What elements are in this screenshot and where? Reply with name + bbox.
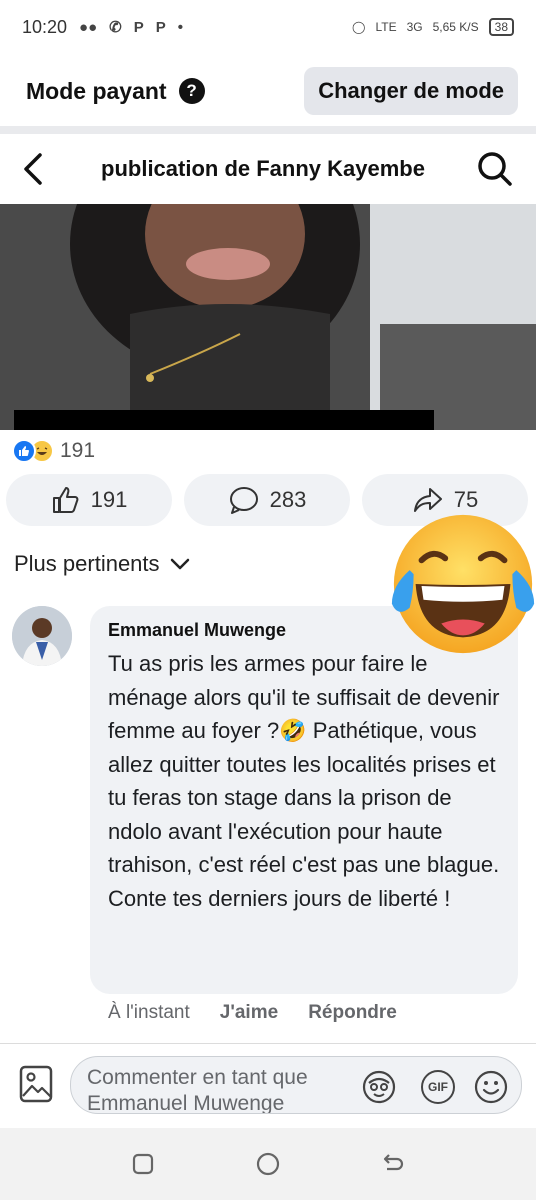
reaction-count: 191 (60, 439, 96, 462)
p-icon: P (133, 18, 144, 36)
mode-title: Mode payant (26, 77, 167, 104)
thumbs-up-icon (52, 487, 79, 513)
network-3g: 3G (406, 20, 423, 34)
comment-reply-button[interactable]: Répondre (308, 1002, 397, 1024)
status-left: 10:20 ●● ✆ P P • (22, 17, 183, 38)
sort-label: Plus pertinents (14, 551, 160, 576)
headset-icon: ◯ (352, 20, 366, 34)
speed-value: 5,65 (432, 20, 456, 34)
photo-icon[interactable] (18, 1064, 54, 1104)
comment-input[interactable]: Commenter en tant que Emmanuel Muwenge G… (70, 1056, 522, 1114)
divider (0, 126, 536, 134)
speed-unit: K/S (459, 20, 479, 34)
search-icon[interactable] (474, 149, 514, 189)
recents-icon (132, 1153, 153, 1175)
post-header: publication de Fanny Kayembe (0, 134, 536, 204)
back-icon (384, 1154, 404, 1171)
help-icon[interactable]: ? (178, 78, 205, 104)
like-count: 191 (90, 487, 128, 512)
p-icon: P (155, 18, 166, 36)
network-speed: 5,65 K/S (433, 20, 479, 34)
game-icon: ●● (79, 18, 98, 36)
page-title: publication de Fanny Kayembe (101, 156, 425, 181)
comment-placeholder: Commenter en tant que Emmanuel Muwenge (87, 1066, 308, 1114)
comment-icon (229, 487, 258, 514)
comment-text: Tu as pris les armes pour faire le ménag… (108, 651, 500, 911)
dot-icon: • (177, 18, 184, 36)
reaction-summary[interactable]: 191 (12, 436, 95, 466)
comment-bubble[interactable]: Emmanuel Muwenge Tu as pris les armes po… (90, 606, 518, 994)
home-button[interactable] (255, 1151, 281, 1177)
avatar[interactable] (12, 606, 72, 666)
avatar-sticker-icon[interactable] (361, 1069, 397, 1105)
back-arrow-icon[interactable] (22, 151, 52, 187)
home-icon (256, 1152, 280, 1176)
network-lte: LTE (375, 20, 397, 34)
comment-like-button[interactable]: J'aime (220, 1002, 278, 1024)
comment-button[interactable]: 283 (184, 474, 350, 526)
like-button[interactable]: 191 (6, 474, 172, 526)
emoji-icon[interactable] (473, 1069, 509, 1105)
mode-bar: Mode payant ? Changer de mode (0, 58, 536, 124)
status-bar: 10:20 ●● ✆ P P • ◯ LTE 3G 5,65 K/S 38 (0, 0, 536, 54)
post-photo[interactable] (0, 204, 536, 430)
comment-time: À l'instant (108, 1002, 190, 1023)
comment-meta: À l'instant J'aime Répondre (108, 1002, 397, 1024)
whatsapp-icon: ✆ (109, 19, 122, 36)
laughing-tears-emoji-icon (391, 514, 535, 654)
back-button[interactable] (380, 1151, 406, 1177)
comment-count: 283 (269, 487, 307, 512)
battery-indicator: 38 (488, 18, 514, 36)
system-nav-bar (0, 1128, 536, 1200)
gif-icon[interactable]: GIF (421, 1070, 455, 1104)
status-time: 10:20 (22, 16, 68, 37)
chevron-down-icon (170, 558, 189, 570)
like-reaction-icon (12, 439, 36, 463)
sort-dropdown[interactable]: Plus pertinents (14, 546, 190, 582)
comment-composer: Commenter en tant que Emmanuel Muwenge G… (0, 1044, 536, 1126)
recents-button[interactable] (130, 1151, 156, 1177)
change-mode-button[interactable]: Changer de mode (304, 67, 518, 115)
status-right: ◯ LTE 3G 5,65 K/S 38 (352, 18, 514, 36)
